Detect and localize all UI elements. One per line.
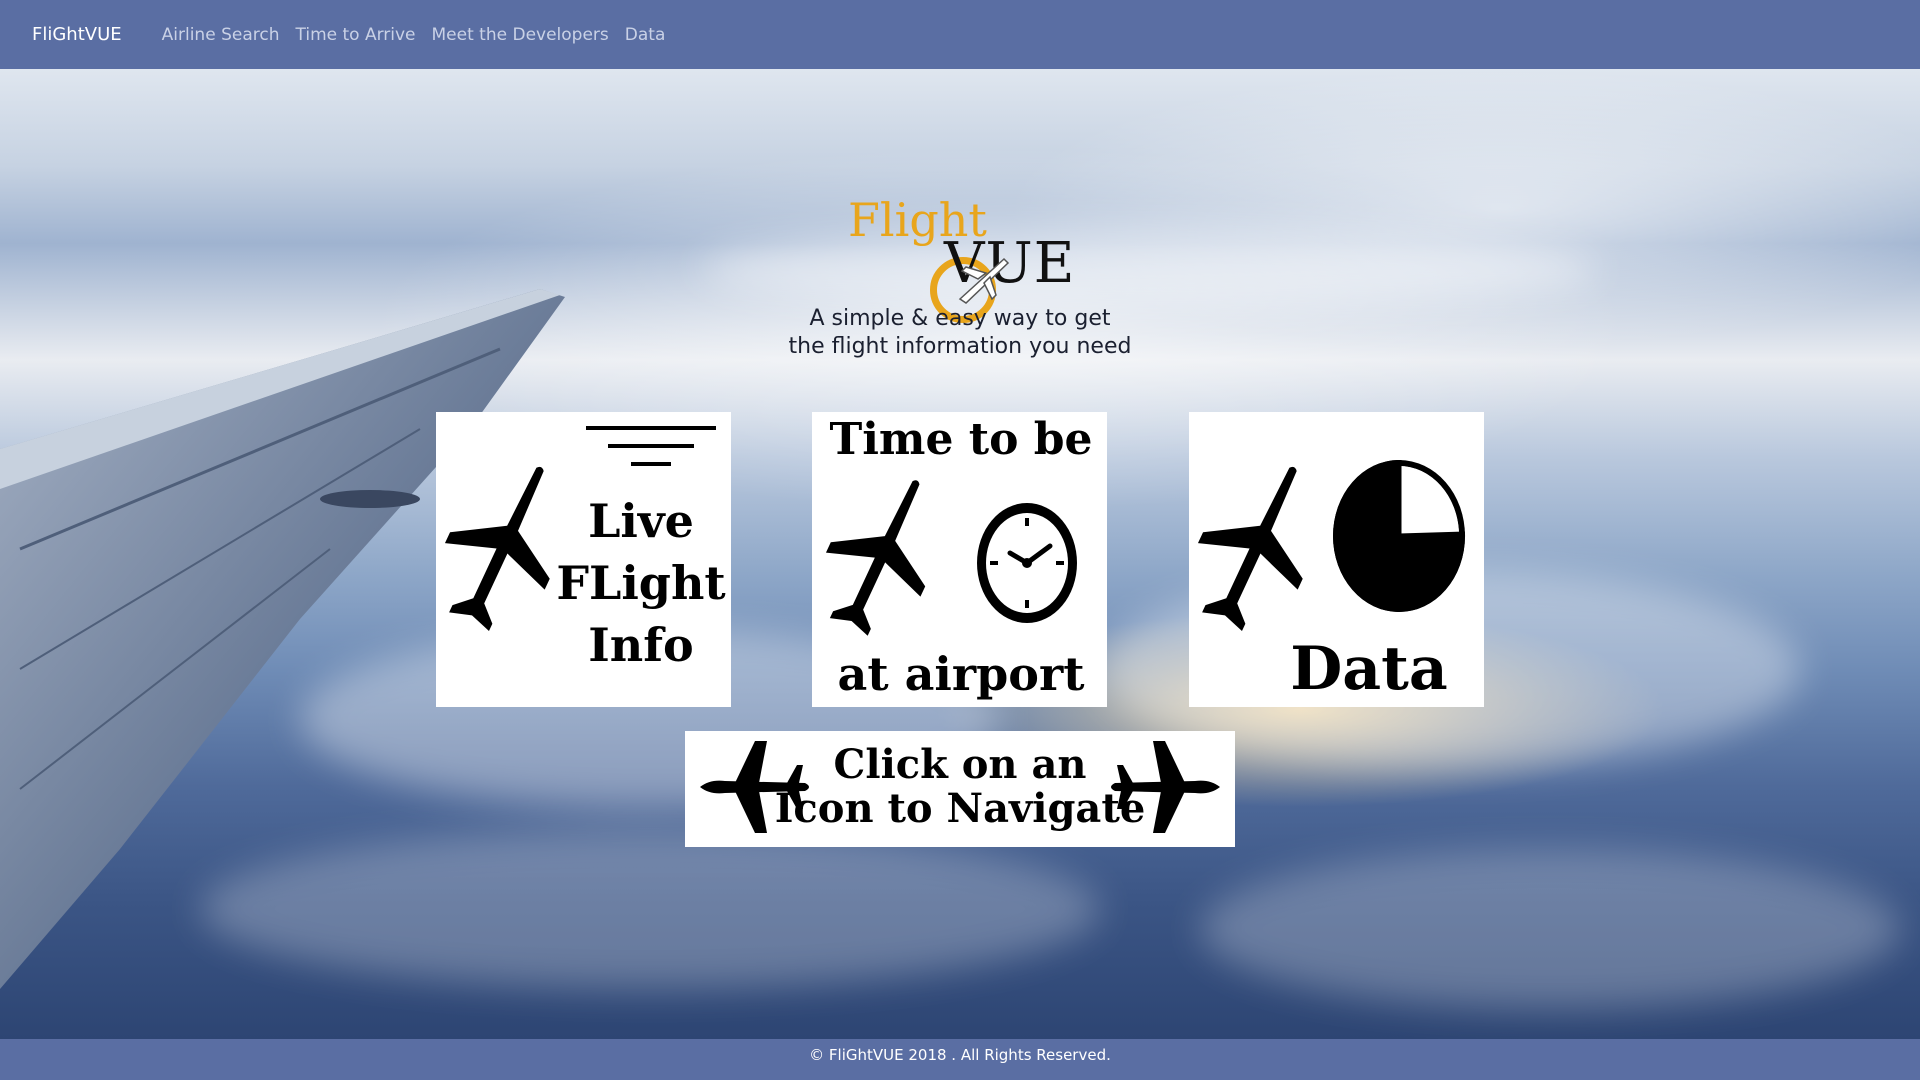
time-tile-top-label: Time to be (829, 414, 1093, 465)
footer: © FliGhtVUE 2018 . All Rights Reserved. (0, 1039, 1920, 1080)
tagline-line-1: A simple & easy way to get (809, 306, 1111, 331)
airplane-icon (825, 480, 926, 636)
airplane-right-icon (1111, 741, 1220, 833)
time-at-airport-tile[interactable]: Time to be at airport (812, 412, 1107, 707)
airplane-icon (1197, 466, 1303, 631)
tagline-line-2: the flight information you need (788, 334, 1132, 359)
hero-background: Flight VUE A simple & easy way to get th… (0, 69, 1920, 1039)
clock-icon (977, 503, 1077, 623)
logo-plane-icon (958, 257, 1010, 304)
nav-link-data[interactable]: Data (625, 25, 666, 45)
brand-link[interactable]: FliGhtVUE (32, 24, 122, 45)
nav-link-time-to-arrive[interactable]: Time to Arrive (295, 25, 415, 45)
speed-lines-icon (586, 426, 716, 466)
data-tile-label: Data (1290, 634, 1448, 704)
live-label-line-2: FLight (556, 556, 726, 610)
live-label-line-1: Live (588, 494, 694, 548)
banner-text: Click on an Icon to Navigate (765, 743, 1155, 831)
banner-line-1: Click on an (833, 741, 1087, 788)
top-navbar: FliGhtVUE Airline Search Time to Arrive … (0, 0, 1920, 69)
flightvue-logo: Flight VUE (840, 129, 1080, 329)
live-label-line-3: Info (588, 618, 694, 672)
data-tile[interactable]: Data (1189, 412, 1484, 707)
nav-link-airline-search[interactable]: Airline Search (162, 25, 280, 45)
pie-chart-icon (1333, 460, 1466, 612)
time-tile-bottom-label: at airport (837, 647, 1085, 701)
tagline: A simple & easy way to get the flight in… (660, 305, 1260, 361)
airplane-icon (444, 466, 550, 631)
nav-link-meet-developers[interactable]: Meet the Developers (432, 25, 609, 45)
banner-line-2: Icon to Navigate (774, 785, 1146, 832)
live-flight-info-tile[interactable]: Live FLight Info (436, 412, 731, 707)
live-flight-info-label: Live FLight Info (556, 490, 726, 676)
click-icon-banner: Click on an Icon to Navigate (685, 731, 1235, 847)
footer-copyright: © FliGhtVUE 2018 . All Rights Reserved. (809, 1046, 1111, 1064)
